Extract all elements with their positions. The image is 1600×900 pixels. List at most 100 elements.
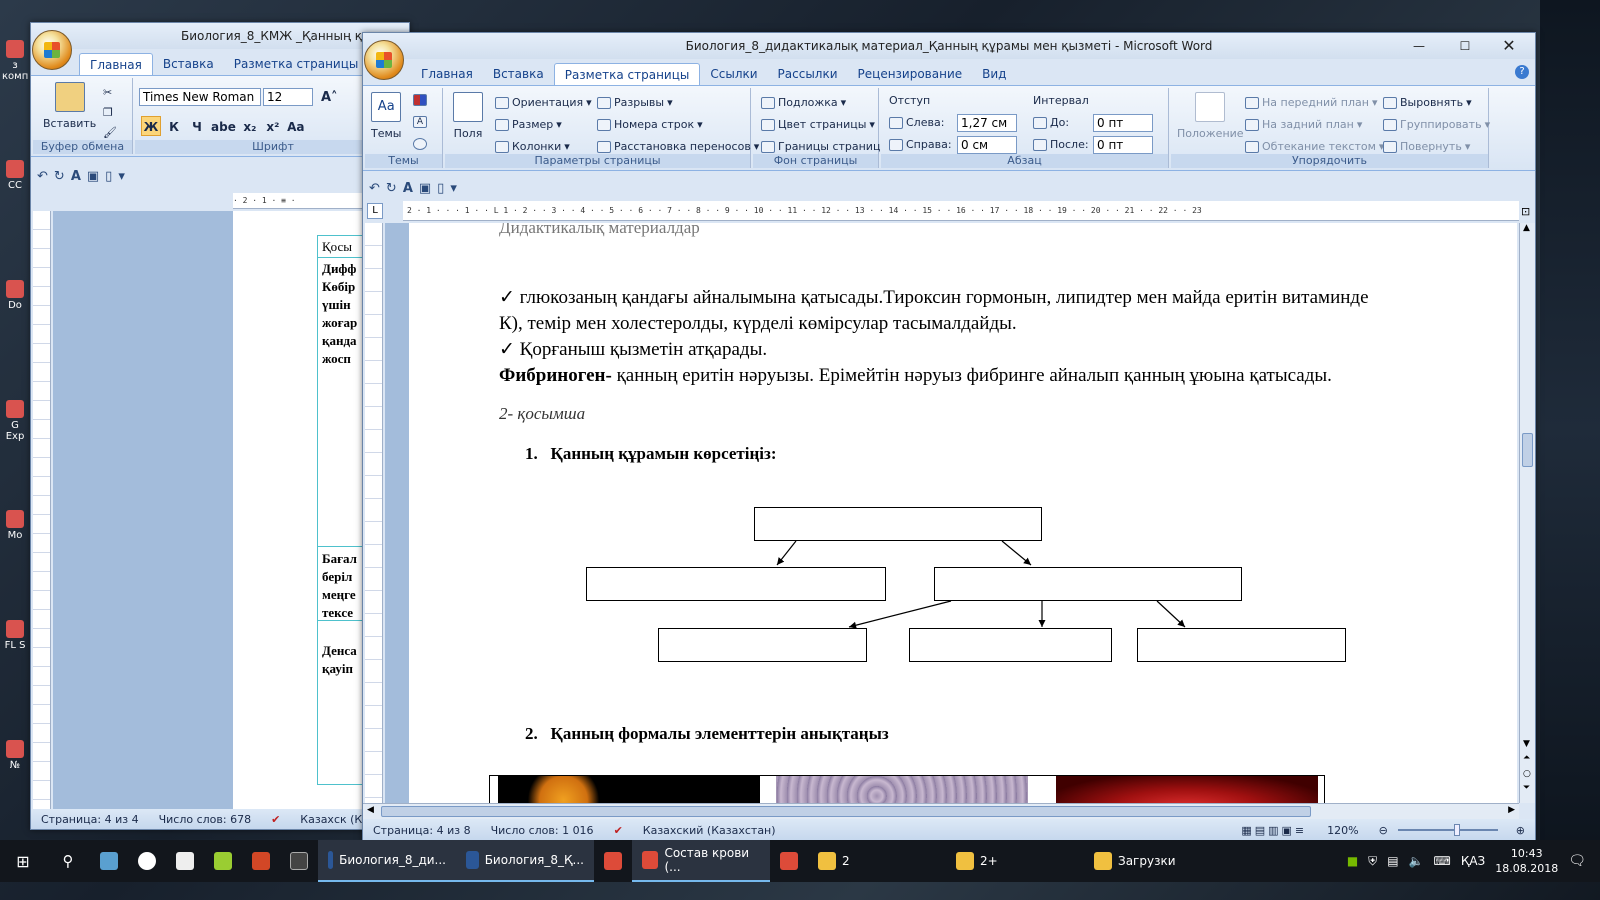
minimize-button[interactable]: — bbox=[1399, 33, 1439, 59]
tab-selector-icon[interactable]: L bbox=[367, 203, 383, 219]
position-button[interactable]: Положение bbox=[1177, 92, 1244, 140]
format-button[interactable]: Ж bbox=[141, 116, 161, 136]
format-button[interactable]: x² bbox=[263, 116, 283, 136]
volume-icon[interactable]: 🔈 bbox=[1409, 854, 1424, 868]
diagram-box-level3-2[interactable] bbox=[909, 628, 1112, 662]
font-family-select[interactable]: Times New Roman bbox=[139, 88, 261, 106]
format-button[interactable]: Аа bbox=[286, 116, 306, 136]
front-window-titlebar[interactable]: Биология_8_дидактикалық материал_Қанның … bbox=[363, 33, 1535, 59]
taskbar-app[interactable]: 2 bbox=[808, 840, 946, 882]
format-button[interactable]: x₂ bbox=[240, 116, 260, 136]
diagram-box-root[interactable] bbox=[754, 507, 1042, 541]
app-pinned-1[interactable] bbox=[90, 840, 128, 882]
paste-button[interactable]: Вставить bbox=[43, 82, 96, 130]
blood-cell-image-3[interactable] bbox=[1056, 776, 1318, 803]
font-a-icon[interactable]: A bbox=[403, 181, 413, 196]
zoom-level[interactable]: 120% bbox=[1317, 824, 1368, 837]
status-lang[interactable]: Казахский (Казахстан) bbox=[633, 824, 786, 837]
network-icon[interactable]: ▤ bbox=[1387, 854, 1398, 868]
new-doc-icon[interactable]: ▯ bbox=[437, 181, 444, 196]
taskbar-app[interactable]: Биология_8_ди... bbox=[318, 840, 456, 882]
spellcheck-icon[interactable]: ✔ bbox=[261, 813, 290, 826]
save-icon[interactable]: ▣ bbox=[87, 169, 99, 184]
zoom-out-icon[interactable]: ⊖ bbox=[1369, 824, 1398, 837]
app-pinned-2[interactable] bbox=[128, 840, 166, 882]
format-button[interactable]: К bbox=[164, 116, 184, 136]
notifications-icon[interactable]: 🗨 bbox=[1568, 853, 1586, 869]
redo-icon[interactable]: ↻ bbox=[54, 169, 65, 184]
taskbar-app[interactable]: Загрузки bbox=[1084, 840, 1222, 882]
back-tab[interactable]: Главная bbox=[79, 53, 153, 75]
text-wrap-button[interactable]: Обтекание текстом ▾ bbox=[1245, 140, 1384, 153]
taskbar-app[interactable]: Биология_8_Қ... bbox=[456, 840, 594, 882]
start-button[interactable]: ⊞ bbox=[0, 840, 46, 882]
themes-button[interactable]: Aa Темы bbox=[371, 92, 401, 140]
format-painter-icon[interactable]: 🖌 bbox=[103, 126, 117, 139]
view-buttons[interactable]: ▦▤▥▣≡ bbox=[1231, 824, 1317, 837]
clock[interactable]: 10:43 18.08.2018 bbox=[1495, 846, 1558, 876]
format-button[interactable]: abe bbox=[210, 116, 237, 136]
close-button[interactable]: ✕ bbox=[1489, 33, 1529, 59]
back-tab[interactable]: Вставка bbox=[153, 53, 224, 75]
new-doc-icon[interactable]: ▯ bbox=[105, 169, 112, 184]
next-page-icon[interactable]: ⏷ bbox=[1523, 783, 1530, 793]
diagram-box-level3-1[interactable] bbox=[658, 628, 867, 662]
front-tab[interactable]: Разметка страницы bbox=[553, 63, 701, 85]
search-icon[interactable]: ⚲ bbox=[46, 840, 90, 882]
desktop-shortcut[interactable]: G Exp bbox=[2, 400, 28, 442]
scroll-up-icon[interactable]: ▲ bbox=[1523, 223, 1530, 233]
scroll-down-icon[interactable]: ▼ bbox=[1523, 739, 1530, 749]
align-button[interactable]: Выровнять ▾ bbox=[1383, 96, 1472, 109]
front-office-button[interactable] bbox=[364, 40, 404, 80]
taskbar-app[interactable]: 2+ bbox=[946, 840, 1084, 882]
input-language[interactable]: ҚАЗ bbox=[1461, 854, 1485, 868]
app-pinned-4[interactable] bbox=[204, 840, 242, 882]
front-tab[interactable]: Главная bbox=[411, 63, 483, 85]
bring-front-button[interactable]: На передний план ▾ bbox=[1245, 96, 1378, 109]
nvidia-icon[interactable]: ■ bbox=[1347, 854, 1358, 868]
columns-button[interactable]: Колонки ▾ bbox=[495, 140, 570, 153]
spellcheck-icon[interactable]: ✔ bbox=[604, 824, 633, 837]
front-tab[interactable]: Рассылки bbox=[768, 63, 848, 85]
h-scroll-thumb[interactable] bbox=[381, 806, 1311, 817]
zoom-slider-thumb[interactable] bbox=[1453, 824, 1460, 836]
theme-colors-icon[interactable] bbox=[413, 94, 427, 106]
blood-cell-image-2[interactable] bbox=[776, 776, 1028, 803]
help-icon[interactable]: ? bbox=[1515, 65, 1529, 79]
back-window-titlebar[interactable]: Биология_8_КМЖ _Қанның құра bbox=[31, 23, 409, 49]
status-page[interactable]: Страница: 4 из 8 bbox=[363, 824, 481, 837]
qat-customize-icon[interactable]: ▾ bbox=[450, 181, 457, 196]
app-pinned-3[interactable] bbox=[166, 840, 204, 882]
theme-effects-icon[interactable] bbox=[413, 138, 427, 150]
scroll-right-icon[interactable]: ▶ bbox=[1508, 805, 1515, 815]
grow-font-icon[interactable]: A˄ bbox=[321, 90, 338, 105]
taskbar-app[interactable] bbox=[770, 840, 808, 882]
back-word-window[interactable]: Биология_8_КМЖ _Қанның құра Главная Встав… bbox=[30, 22, 412, 830]
front-horizontal-ruler[interactable]: 2 · 1 · · · 1 · · L 1 · 2 · · 3 · · 4 · … bbox=[403, 201, 1519, 221]
zoom-in-icon[interactable]: ⊕ bbox=[1506, 824, 1535, 837]
browse-object-icon[interactable]: ○ bbox=[1523, 769, 1531, 779]
diagram-box-level2-right[interactable] bbox=[934, 567, 1242, 601]
back-status-page[interactable]: Страница: 4 из 4 bbox=[31, 813, 149, 826]
taskbar-app[interactable]: Состав крови (... bbox=[632, 840, 770, 882]
cut-icon[interactable]: ✂ bbox=[103, 86, 112, 99]
prev-page-icon[interactable]: ⏶ bbox=[1523, 753, 1530, 763]
front-tab[interactable]: Рецензирование bbox=[848, 63, 973, 85]
spacing-after-input[interactable]: 0 пт bbox=[1093, 136, 1153, 154]
status-words[interactable]: Число слов: 1 016 bbox=[481, 824, 604, 837]
app-pinned-5[interactable] bbox=[242, 840, 280, 882]
send-back-button[interactable]: На задний план ▾ bbox=[1245, 118, 1362, 131]
group-button[interactable]: Группировать ▾ bbox=[1383, 118, 1490, 131]
desktop-shortcut[interactable]: Do bbox=[2, 280, 28, 311]
indent-left-input[interactable]: 1,27 см bbox=[957, 114, 1017, 132]
desktop-shortcut[interactable]: № bbox=[2, 740, 28, 771]
ruler-view-icon[interactable]: ⊡ bbox=[1521, 205, 1530, 218]
undo-icon[interactable]: ↶ bbox=[369, 181, 380, 196]
desktop-shortcut[interactable]: FL S bbox=[2, 620, 28, 651]
page-color-button[interactable]: Цвет страницы ▾ bbox=[761, 118, 875, 131]
desktop-shortcut[interactable]: з комп bbox=[2, 40, 28, 82]
font-a-icon[interactable]: A bbox=[71, 169, 81, 184]
desktop-shortcut[interactable]: Mo bbox=[2, 510, 28, 541]
scroll-thumb[interactable] bbox=[1522, 433, 1533, 467]
redo-icon[interactable]: ↻ bbox=[386, 181, 397, 196]
